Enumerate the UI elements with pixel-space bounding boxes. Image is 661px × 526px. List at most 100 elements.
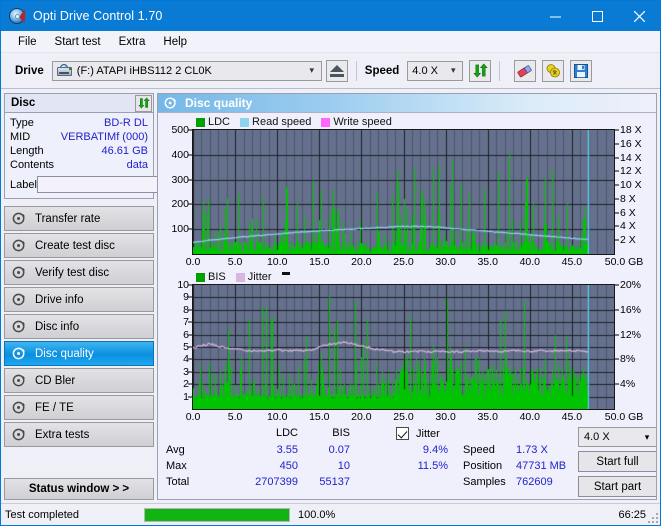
sidebar-item-fe-te[interactable]: FE / TE — [4, 395, 154, 420]
refresh-button[interactable] — [469, 59, 492, 82]
test-speed-select[interactable]: 4.0 X ▾ — [578, 427, 656, 447]
refresh-icon — [137, 97, 150, 109]
disc-row-type-value: BD-R DL — [103, 117, 148, 129]
sidebar-item-label: Verify test disc — [35, 266, 110, 279]
disc-row-type: Type BD-R DL — [10, 116, 148, 130]
status-window-button[interactable]: Status window > > — [4, 478, 154, 500]
jitter-checkbox[interactable] — [396, 427, 409, 440]
stats-total-ldc: 2707399 — [255, 476, 298, 488]
drive-select-value: (F:) ATAPI iHBS112 2 CL0K — [76, 64, 212, 77]
axis-tick — [615, 184, 619, 186]
disc-quality-icon — [164, 97, 177, 109]
jitter-checkbox-label: Jitter — [416, 428, 440, 440]
sidebar-item-cd-bler[interactable]: CD Bler — [4, 368, 154, 393]
progress-bar — [144, 507, 290, 522]
coin-button[interactable] — [542, 59, 565, 82]
panel-title: Disc quality — [185, 96, 253, 110]
progress-percent: 100.0% — [298, 508, 336, 521]
axis-tick-label: 0.0 — [185, 256, 201, 268]
start-part-button[interactable]: Start part — [578, 476, 656, 497]
sidebar-item-transfer-rate[interactable]: Transfer rate — [4, 206, 154, 231]
axis-tick — [615, 239, 619, 241]
minimize-icon[interactable] — [534, 1, 576, 31]
save-icon — [574, 63, 589, 78]
application-window: Opti Drive Control 1.70 File Start test … — [0, 0, 661, 526]
eraser-button[interactable] — [514, 59, 537, 82]
window-title: Opti Drive Control 1.70 — [33, 9, 163, 23]
axis-tick-label: 400 — [171, 148, 189, 161]
axis-tick — [615, 143, 619, 145]
disc-icon — [9, 8, 25, 24]
disc-test-icon — [12, 320, 26, 333]
disc-row-contents-key: Contents — [10, 159, 55, 171]
stats-row-label-max: Max — [166, 460, 187, 472]
axis-tick-label: 18 X — [620, 124, 642, 136]
menu-item-extra[interactable]: Extra — [110, 34, 155, 50]
sidebar-item-disc-quality[interactable]: Disc quality — [4, 341, 154, 366]
chevron-down-icon: ▾ — [309, 65, 315, 75]
disc-row-contents: Contents data — [10, 158, 148, 172]
axis-tick-label: 10.0 — [266, 256, 288, 268]
title-bar: Opti Drive Control 1.70 — [1, 1, 660, 31]
disc-row-length-key: Length — [10, 145, 44, 157]
menu-item-file[interactable]: File — [9, 34, 46, 50]
drive-label: Drive — [15, 64, 44, 77]
sidebar-item-extra-tests[interactable]: Extra tests — [4, 422, 154, 447]
start-full-button[interactable]: Start full — [578, 451, 656, 472]
maximize-icon[interactable] — [576, 1, 618, 31]
axis-tick-label: 300 — [171, 173, 189, 186]
disc-label-row: Label — [10, 175, 238, 194]
speed-select[interactable]: 4.0 X ▾ — [407, 60, 464, 81]
eject-button[interactable] — [325, 59, 348, 82]
status-message: Test completed — [5, 508, 79, 521]
disc-row-length: Length 46.61 GB — [10, 144, 148, 158]
axis-tick — [615, 212, 619, 214]
chart-bottom-plot[interactable] — [192, 284, 615, 410]
axis-tick-label: 30.0 — [435, 256, 456, 268]
sidebar-item-label: Extra tests — [35, 428, 90, 441]
disc-refresh-button[interactable] — [135, 94, 152, 112]
sidebar-item-create-test-disc[interactable]: Create test disc — [4, 233, 154, 258]
sidebar-item-verify-test-disc[interactable]: Verify test disc — [4, 260, 154, 285]
sidebar-item-drive-info[interactable]: Drive info — [4, 287, 154, 312]
axis-tick-label: 500 — [171, 124, 189, 136]
stats-total-bis: 55137 — [319, 476, 350, 488]
drive-select[interactable]: (F:) ATAPI iHBS112 2 CL0K ▾ — [51, 60, 322, 81]
save-button[interactable] — [570, 59, 593, 82]
axis-tick — [615, 225, 619, 227]
disc-test-icon — [12, 266, 26, 279]
chart-top-yaxis-left: 100 200 300 400 500 — [158, 124, 192, 255]
axis-tick-label: 20% — [620, 279, 642, 291]
legend-label-ldc: LDC — [208, 116, 231, 128]
chart-bottom-yaxis-left: 1 2 3 4 5 6 7 8 9 10 — [158, 279, 192, 410]
test-speed-select-value: 4.0 X — [584, 431, 610, 443]
legend-label-read-speed: Read speed — [252, 116, 312, 128]
sidebar-item-label: Disc quality — [35, 347, 94, 360]
menu-item-start-test[interactable]: Start test — [46, 34, 110, 50]
menu-bar: File Start test Extra Help — [1, 31, 660, 53]
drive-icon — [56, 64, 73, 77]
menu-item-help[interactable]: Help — [154, 34, 196, 50]
axis-tick-label: 4 X — [620, 220, 636, 233]
disc-test-icon — [12, 212, 26, 225]
axis-tick — [615, 309, 619, 311]
stats-max-ldc: 450 — [279, 460, 298, 472]
axis-tick — [615, 198, 619, 200]
axis-tick-label: 10 X — [620, 179, 642, 192]
axis-tick-label: 20.0 — [351, 411, 372, 423]
chevron-down-icon: ▾ — [451, 65, 456, 75]
close-icon[interactable] — [618, 1, 660, 31]
stats-header-ldc: LDC — [275, 427, 298, 439]
resize-grip[interactable] — [646, 511, 658, 523]
disc-label-key: Label — [10, 178, 37, 191]
chart-bottom-plotwrap: 1 2 3 4 5 6 7 8 9 10 4% 8% 12% 16% 20% — [158, 279, 656, 410]
axis-tick-label: 16 X — [620, 137, 642, 150]
refresh-icon — [473, 63, 488, 78]
axis-tick-label: 15.0 — [309, 256, 330, 268]
stats-header-bis: BIS — [332, 427, 350, 439]
axis-tick-label: 200 — [171, 198, 189, 211]
sidebar-item-disc-info[interactable]: Disc info — [4, 314, 154, 339]
chart-top-plot[interactable] — [192, 129, 615, 255]
disc-row-type-key: Type — [10, 117, 34, 129]
